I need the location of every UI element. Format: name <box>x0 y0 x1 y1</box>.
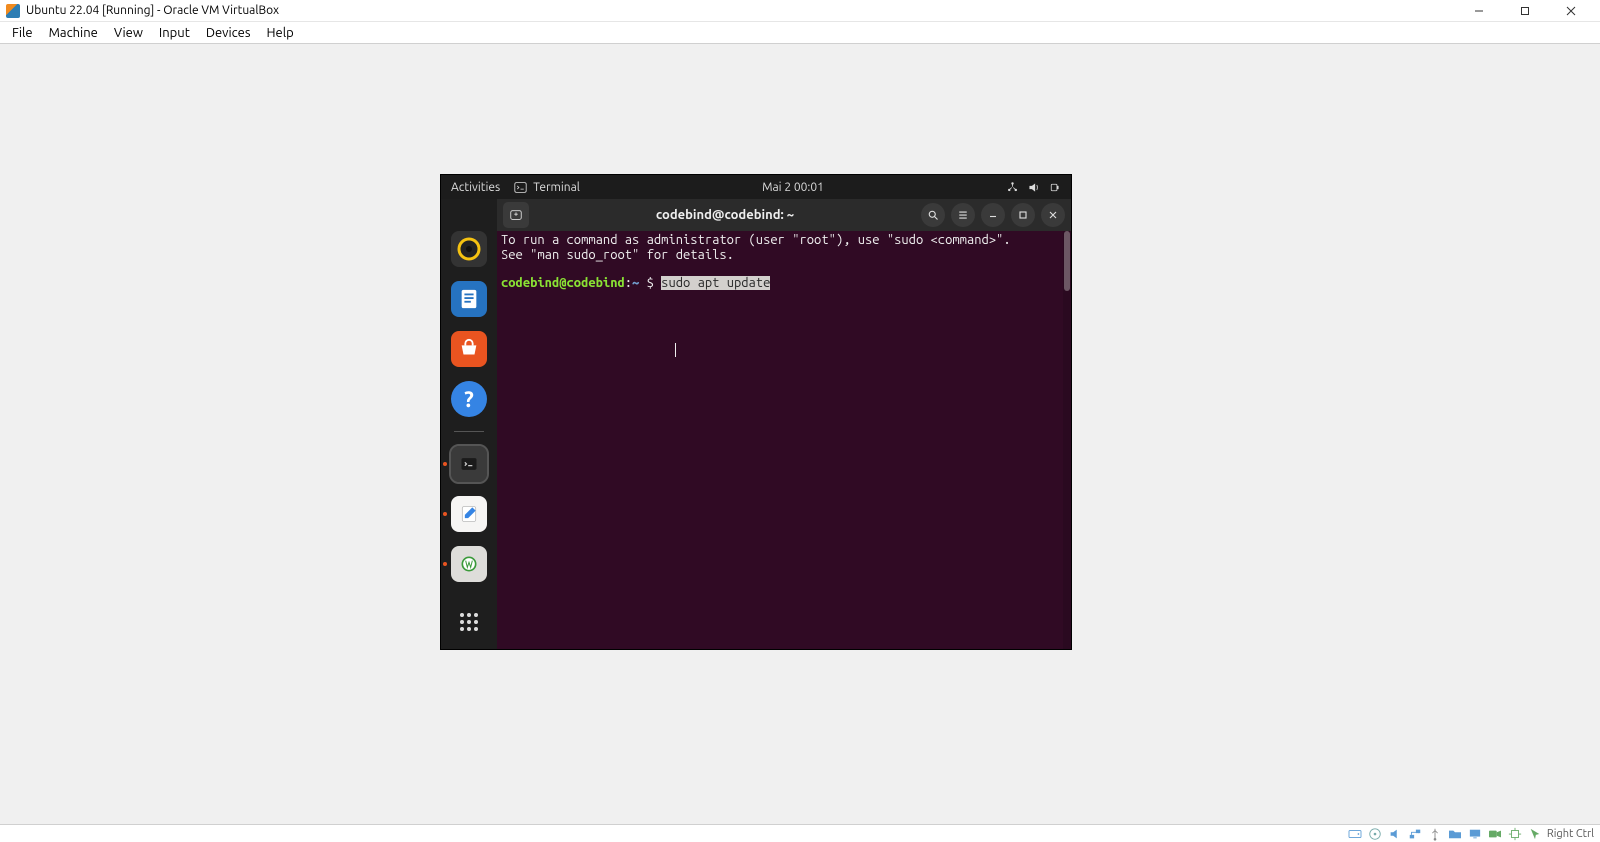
activities-button[interactable]: Activities <box>451 181 500 194</box>
guest-display-area: Activities Terminal Mai 2 00:01 codebind… <box>0 44 1600 824</box>
topbar-clock[interactable]: Mai 2 00:01 <box>594 181 992 194</box>
host-close-button[interactable] <box>1548 0 1594 22</box>
search-button[interactable] <box>921 203 945 227</box>
status-optical-icon[interactable] <box>1367 827 1383 841</box>
host-key-label: Right Ctrl <box>1547 828 1594 840</box>
libreoffice-writer-icon[interactable] <box>451 281 487 317</box>
power-icon[interactable] <box>1048 181 1061 194</box>
terminal-icon[interactable] <box>451 446 487 482</box>
virtualbox-icon <box>6 4 20 18</box>
host-minimize-button[interactable] <box>1456 0 1502 22</box>
ubuntu-software-icon[interactable] <box>451 331 487 367</box>
status-mouse-icon[interactable] <box>1527 827 1543 841</box>
menu-help[interactable]: Help <box>259 24 302 42</box>
minimize-button[interactable] <box>981 203 1005 227</box>
text-cursor-icon <box>675 343 676 357</box>
maximize-button[interactable] <box>1011 203 1035 227</box>
host-menubar: File Machine View Input Devices Help <box>0 22 1600 44</box>
topbar-app-indicator[interactable]: Terminal <box>514 181 580 194</box>
motd-line-1: To run a command as administrator (user … <box>501 233 1067 248</box>
text-editor-icon[interactable] <box>451 496 487 532</box>
show-apps-icon[interactable] <box>451 604 487 640</box>
menu-input[interactable]: Input <box>151 24 198 42</box>
prompt-userhost: codebind@codebind <box>501 276 625 290</box>
help-icon[interactable]: ? <box>451 381 487 417</box>
menu-view[interactable]: View <box>106 24 151 42</box>
terminal-body[interactable]: To run a command as administrator (user … <box>497 231 1071 649</box>
gnome-topbar: Activities Terminal Mai 2 00:01 <box>441 175 1071 199</box>
status-hdd-icon[interactable] <box>1347 827 1363 841</box>
command-selected: sudo apt update <box>661 276 770 290</box>
menu-machine[interactable]: Machine <box>41 24 106 42</box>
network-icon[interactable] <box>1006 181 1019 194</box>
hamburger-menu-button[interactable] <box>951 203 975 227</box>
new-tab-button[interactable] <box>503 202 529 228</box>
ubuntu-dock: ? <box>441 231 497 649</box>
dock-separator <box>454 431 484 432</box>
status-recording-icon[interactable] <box>1487 827 1503 841</box>
status-network-icon[interactable] <box>1407 827 1423 841</box>
prompt-sigil: $ <box>639 276 661 290</box>
host-window-title: Ubuntu 22.04 [Running] - Oracle VM Virtu… <box>26 4 279 17</box>
close-button[interactable] <box>1041 203 1065 227</box>
menu-devices[interactable]: Devices <box>198 24 259 42</box>
status-audio-icon[interactable] <box>1387 827 1403 841</box>
rhythmbox-icon[interactable] <box>451 231 487 267</box>
terminal-indicator-icon <box>514 181 527 194</box>
prompt-line: codebind@codebind:~ $ sudo apt update <box>501 276 1067 291</box>
topbar-app-name: Terminal <box>533 181 580 194</box>
status-usb-icon[interactable] <box>1427 827 1443 841</box>
status-cpu-icon[interactable] <box>1507 827 1523 841</box>
trash-icon[interactable] <box>451 546 487 582</box>
terminal-window-title: codebind@codebind: ~ <box>535 208 915 222</box>
motd-line-2: See "man sudo_root" for details. <box>501 248 1067 263</box>
ubuntu-desktop: Activities Terminal Mai 2 00:01 codebind… <box>441 175 1071 649</box>
host-statusbar: Right Ctrl <box>0 824 1600 842</box>
prompt-colon: : <box>625 276 632 290</box>
terminal-scrollbar[interactable] <box>1063 231 1071 649</box>
status-shared-folders-icon[interactable] <box>1447 827 1463 841</box>
menu-file[interactable]: File <box>4 24 41 42</box>
status-display-icon[interactable] <box>1467 827 1483 841</box>
terminal-titlebar: codebind@codebind: ~ <box>497 199 1071 231</box>
host-titlebar: Ubuntu 22.04 [Running] - Oracle VM Virtu… <box>0 0 1600 22</box>
volume-icon[interactable] <box>1027 181 1040 194</box>
host-maximize-button[interactable] <box>1502 0 1548 22</box>
